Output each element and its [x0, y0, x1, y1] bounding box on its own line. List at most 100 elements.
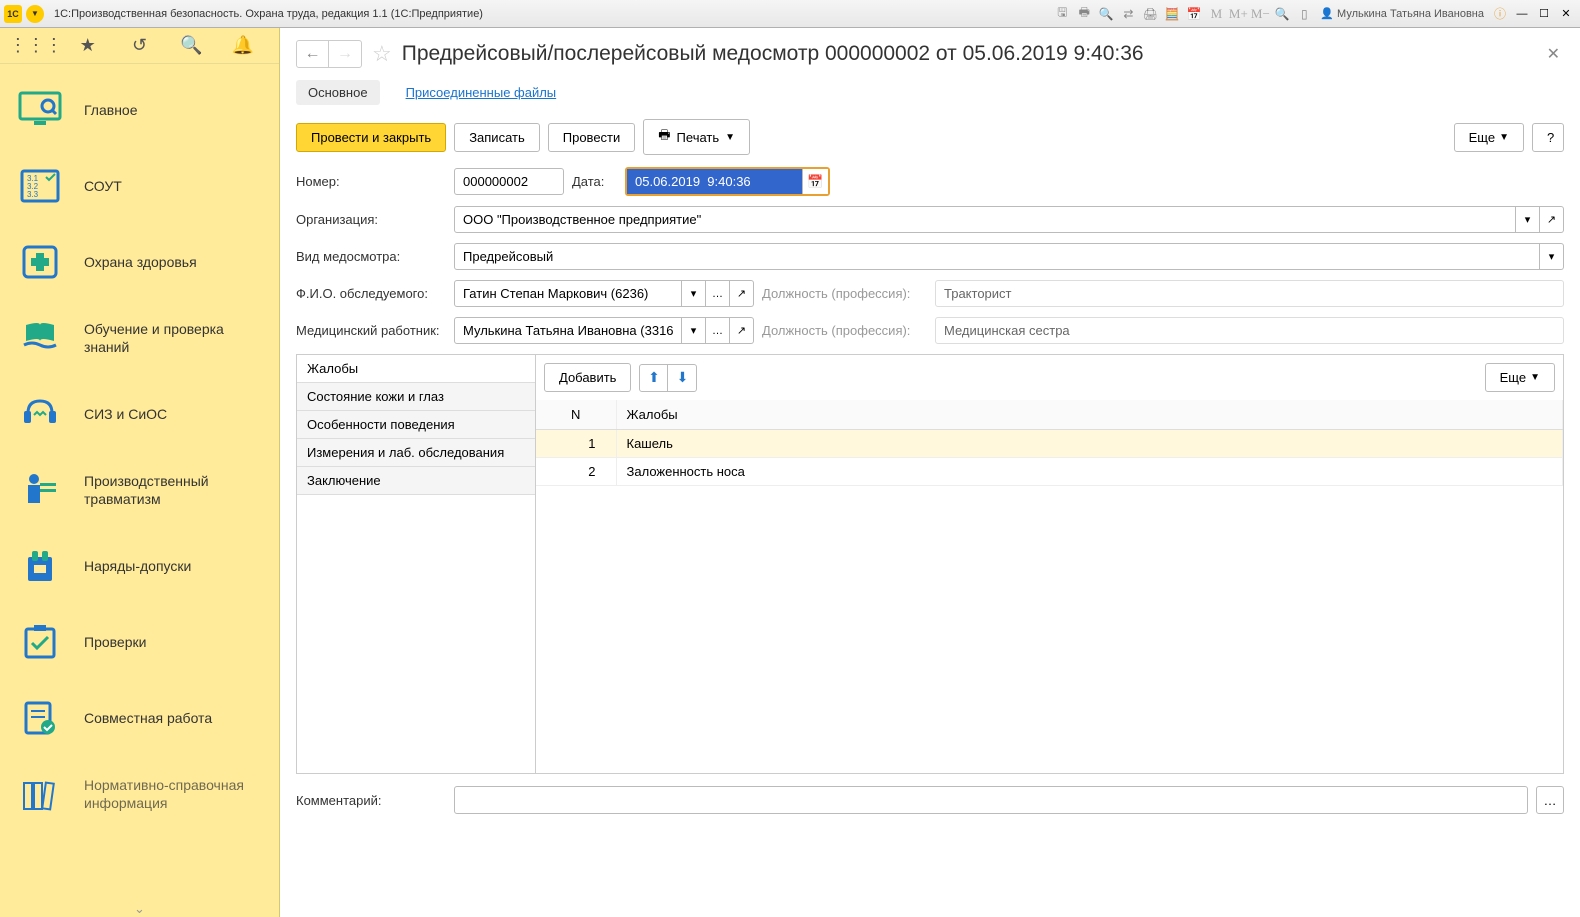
- m-plus-icon[interactable]: M+: [1228, 5, 1248, 23]
- category-behavior[interactable]: Особенности поведения: [297, 411, 535, 439]
- compare-icon[interactable]: ⇄: [1118, 5, 1138, 23]
- apps-icon[interactable]: ⋮⋮⋮: [24, 34, 48, 58]
- print-icon[interactable]: 🖶: [1074, 5, 1094, 23]
- type-input[interactable]: [454, 243, 1540, 270]
- select-button[interactable]: …: [706, 317, 730, 344]
- search-icon[interactable]: 🔍: [179, 34, 203, 58]
- sidebar-label: Нормативно-справочная информация: [84, 776, 263, 812]
- save-button[interactable]: Записать: [454, 123, 540, 152]
- more-button[interactable]: Еще ▼: [1454, 123, 1524, 152]
- add-row-button[interactable]: Добавить: [544, 363, 631, 392]
- m-icon[interactable]: M: [1206, 5, 1226, 23]
- monitor-icon: [16, 86, 64, 134]
- tab-main[interactable]: Основное: [296, 80, 380, 105]
- panels-icon[interactable]: ▯: [1294, 5, 1314, 23]
- save-icon[interactable]: 🖫: [1052, 5, 1072, 23]
- book-hand-icon: [16, 314, 64, 362]
- calendar-icon[interactable]: 📅: [1184, 5, 1204, 23]
- permit-icon: [16, 542, 64, 590]
- org-input[interactable]: [454, 206, 1516, 233]
- open-button[interactable]: ↗: [1540, 206, 1564, 233]
- calendar-picker-button[interactable]: 📅: [802, 169, 828, 194]
- notifications-icon[interactable]: 🔔: [231, 34, 255, 58]
- table-row[interactable]: 2 Заложенность носа: [536, 458, 1563, 486]
- svg-text:3.3: 3.3: [27, 190, 39, 199]
- info-icon[interactable]: ⓘ: [1490, 5, 1510, 23]
- books-icon: [16, 770, 64, 818]
- col-complaint[interactable]: Жалобы: [616, 400, 1563, 430]
- sidebar-item-reference[interactable]: Нормативно-справочная информация: [0, 756, 279, 832]
- dropdown-button[interactable]: ▾: [1540, 243, 1564, 270]
- sidebar-item-permits[interactable]: Наряды-допуски: [0, 528, 279, 604]
- sidebar-expand-toggle[interactable]: ⌄: [0, 901, 279, 917]
- sidebar-item-training[interactable]: Обучение и проверка знаний: [0, 300, 279, 376]
- patient-label: Ф.И.О. обследуемого:: [296, 286, 446, 301]
- sidebar-item-injury[interactable]: Производственный травматизм: [0, 452, 279, 528]
- open-button[interactable]: ↗: [730, 280, 754, 307]
- clipboard-check-icon: [16, 618, 64, 666]
- sidebar-item-siz[interactable]: СИЗ и СиОС: [0, 376, 279, 452]
- print-button[interactable]: 🖶 Печать ▼: [643, 119, 750, 155]
- app-menu-dropdown[interactable]: ▼: [26, 5, 44, 23]
- category-measurements[interactable]: Измерения и лаб. обследования: [297, 439, 535, 467]
- post-button[interactable]: Провести: [548, 123, 636, 152]
- sidebar-label: Производственный травматизм: [84, 472, 263, 508]
- cell-n: 1: [536, 430, 616, 458]
- comment-expand-button[interactable]: …: [1536, 786, 1564, 814]
- history-icon[interactable]: ↺: [127, 34, 151, 58]
- sidebar-label: Наряды-допуски: [84, 557, 191, 575]
- preview-icon[interactable]: 🔍: [1096, 5, 1116, 23]
- open-button[interactable]: ↗: [730, 317, 754, 344]
- sidebar-item-health[interactable]: Охрана здоровья: [0, 224, 279, 300]
- zoom-icon[interactable]: 🔍: [1272, 5, 1292, 23]
- move-up-button[interactable]: ⬆: [640, 365, 668, 391]
- date-label: Дата:: [572, 174, 617, 189]
- sidebar-label: Обучение и проверка знаний: [84, 320, 263, 356]
- number-input[interactable]: [454, 168, 564, 195]
- close-document-button[interactable]: ✕: [1543, 44, 1564, 64]
- document-title: Предрейсовый/послерейсовый медосмотр 000…: [402, 42, 1144, 66]
- category-conclusion[interactable]: Заключение: [297, 467, 535, 495]
- move-down-button[interactable]: ⬇: [668, 365, 696, 391]
- m-minus-icon[interactable]: M−: [1250, 5, 1270, 23]
- comment-input[interactable]: [454, 786, 1528, 814]
- cell-text: Кашель: [616, 430, 1563, 458]
- sidebar-item-main[interactable]: Главное: [0, 72, 279, 148]
- calculator-icon[interactable]: 🧮: [1162, 5, 1182, 23]
- help-button[interactable]: ?: [1532, 123, 1564, 152]
- favorites-icon[interactable]: ★: [76, 34, 100, 58]
- chevron-down-icon: ▼: [725, 132, 735, 143]
- nav-forward-button[interactable]: →: [329, 41, 361, 67]
- sidebar-item-collab[interactable]: Совместная работа: [0, 680, 279, 756]
- favorite-star-icon[interactable]: ☆: [372, 41, 392, 67]
- dropdown-button[interactable]: ▾: [1516, 206, 1540, 233]
- injury-icon: [16, 466, 64, 514]
- dropdown-button[interactable]: ▾: [682, 317, 706, 344]
- nav-back-button[interactable]: ←: [297, 41, 329, 67]
- dropdown-button[interactable]: ▾: [682, 280, 706, 307]
- table-more-button[interactable]: Еще ▼: [1485, 363, 1555, 392]
- patient-input[interactable]: [454, 280, 682, 307]
- number-label: Номер:: [296, 174, 446, 189]
- date-input[interactable]: [627, 169, 802, 194]
- user-indicator[interactable]: 👤 Мулькина Татьяна Ивановна: [1316, 7, 1488, 20]
- patient-position-input: [935, 280, 1564, 307]
- select-button[interactable]: …: [706, 280, 730, 307]
- patient-position-label: Должность (профессия):: [762, 286, 927, 301]
- tab-files[interactable]: Присоединенные файлы: [394, 80, 569, 105]
- chevron-down-icon: ▼: [1499, 132, 1509, 143]
- printer2-icon[interactable]: 🖨: [1140, 5, 1160, 23]
- col-n[interactable]: N: [536, 400, 616, 430]
- sidebar-label: Проверки: [84, 633, 146, 651]
- medic-input[interactable]: [454, 317, 682, 344]
- table-row[interactable]: 1 Кашель: [536, 430, 1563, 458]
- category-skin-eyes[interactable]: Состояние кожи и глаз: [297, 383, 535, 411]
- maximize-button[interactable]: ☐: [1534, 6, 1554, 22]
- post-and-close-button[interactable]: Провести и закрыть: [296, 123, 446, 152]
- category-complaints[interactable]: Жалобы: [297, 355, 535, 383]
- close-button[interactable]: ✕: [1556, 6, 1576, 22]
- sidebar-item-sout[interactable]: 3.13.23.3 СОУТ: [0, 148, 279, 224]
- sidebar-item-checks[interactable]: Проверки: [0, 604, 279, 680]
- print-label: Печать: [677, 130, 720, 145]
- minimize-button[interactable]: —: [1512, 6, 1532, 22]
